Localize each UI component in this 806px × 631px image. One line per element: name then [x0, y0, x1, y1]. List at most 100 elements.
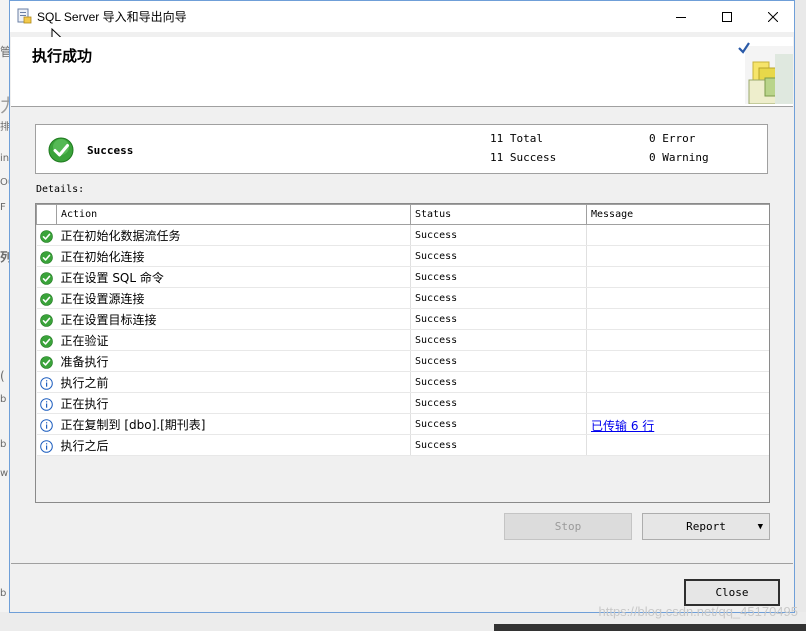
success-icon: [40, 313, 53, 327]
row-status: Success: [410, 413, 587, 435]
details-label: Details:: [36, 184, 85, 195]
background-text: b: [0, 588, 7, 599]
summary-success: 11 Success: [490, 151, 557, 164]
background-text: 列: [0, 250, 9, 264]
column-header-message[interactable]: Message: [586, 204, 769, 225]
row-message: 已传输 6 行: [586, 413, 769, 435]
close-icon: [768, 11, 778, 22]
row-action: 正在验证: [56, 329, 411, 351]
row-status-icon-cell: [36, 287, 57, 309]
minimize-button[interactable]: [658, 1, 704, 32]
background-text: in: [0, 153, 9, 164]
background-text: 力: [0, 92, 9, 118]
page-title: 执行成功: [32, 47, 93, 65]
row-action: 正在初始化连接: [56, 245, 411, 267]
footer-divider: [11, 563, 793, 564]
table-row[interactable]: 正在验证 Success: [36, 329, 769, 351]
summary-panel: Success 11 Total 11 Success 0 Error 0 Wa…: [35, 124, 768, 174]
row-message: [586, 224, 769, 246]
wizard-app-icon: [17, 8, 32, 24]
dropdown-arrow-icon: ▼: [757, 522, 763, 532]
table-row[interactable]: 正在设置源连接 Success: [36, 287, 769, 309]
report-button[interactable]: Report ▼: [642, 513, 770, 540]
row-status: Success: [410, 329, 587, 351]
row-action: 正在复制到 [dbo].[期刊表]: [56, 413, 411, 435]
row-status-icon-cell: [36, 371, 57, 393]
success-icon: [40, 334, 53, 348]
wizard-header: 执行成功: [11, 37, 793, 107]
title-bar[interactable]: SQL Server 导入和导出向导: [10, 1, 794, 32]
table-row[interactable]: 执行之后 Success: [36, 434, 769, 456]
table-row[interactable]: 正在设置 SQL 命令 Success: [36, 266, 769, 288]
summary-warning: 0 Warning: [649, 151, 709, 164]
wizard-window: SQL Server 导入和导出向导 执行成功 Success 11 Total…: [9, 0, 795, 613]
details-grid[interactable]: Action Status Message 正在初始化数据流任务 Success 正…: [35, 203, 770, 503]
row-status: Success: [410, 371, 587, 393]
row-status-icon-cell: [36, 413, 57, 435]
background-text: (: [0, 369, 5, 383]
row-message: [586, 350, 769, 372]
row-status-icon-cell: [36, 266, 57, 288]
summary-status: Success: [87, 144, 134, 157]
background-text: b: [0, 439, 7, 450]
row-action: 准备执行: [56, 350, 411, 372]
background-app-right-strip: [795, 0, 806, 631]
row-message: [586, 392, 769, 414]
background-dark-bar: [494, 624, 806, 631]
row-message: [586, 371, 769, 393]
table-row[interactable]: 正在设置目标连接 Success: [36, 308, 769, 330]
summary-error: 0 Error: [649, 132, 696, 145]
maximize-button[interactable]: [704, 1, 750, 32]
table-row[interactable]: 正在初始化数据流任务 Success: [36, 224, 769, 246]
background-text: Ou: [0, 177, 9, 188]
background-app-left-strip: 管 力 排 in Ou F 列 ( b b w b: [0, 0, 9, 631]
row-message: [586, 434, 769, 456]
row-status-icon-cell: [36, 329, 57, 351]
row-action: 执行之前: [56, 371, 411, 393]
close-window-button[interactable]: [750, 1, 796, 32]
row-action: 正在设置目标连接: [56, 308, 411, 330]
table-row[interactable]: 正在复制到 [dbo].[期刊表] Success 已传输 6 行: [36, 413, 769, 435]
row-status: Success: [410, 434, 587, 456]
grid-header-icon-column: [36, 204, 57, 225]
row-status-icon-cell: [36, 224, 57, 246]
success-icon: [40, 355, 53, 369]
row-status-icon-cell: [36, 434, 57, 456]
close-button[interactable]: Close: [684, 579, 780, 606]
grid-header-row: Action Status Message: [36, 204, 769, 225]
row-status-icon-cell: [36, 392, 57, 414]
row-status: Success: [410, 224, 587, 246]
row-message: [586, 287, 769, 309]
row-status: Success: [410, 392, 587, 414]
row-message: [586, 245, 769, 267]
window-title: SQL Server 导入和导出向导: [37, 10, 187, 24]
report-button-label: Report: [686, 520, 726, 533]
column-header-action[interactable]: Action: [56, 204, 411, 225]
background-text: 排: [0, 122, 9, 133]
info-icon: [40, 376, 53, 390]
info-icon: [40, 439, 53, 453]
row-status: Success: [410, 350, 587, 372]
table-row[interactable]: 正在执行 Success: [36, 392, 769, 414]
row-status-icon-cell: [36, 245, 57, 267]
stop-button[interactable]: Stop: [504, 513, 632, 540]
row-status: Success: [410, 308, 587, 330]
column-header-status[interactable]: Status: [410, 204, 587, 225]
summary-total: 11 Total: [490, 132, 543, 145]
info-icon: [40, 397, 53, 411]
table-row[interactable]: 正在初始化连接 Success: [36, 245, 769, 267]
row-message: [586, 329, 769, 351]
background-text: 管: [0, 45, 9, 59]
row-message-link[interactable]: 已传输 6 行: [591, 419, 654, 433]
success-icon: [40, 271, 53, 285]
row-action: 正在执行: [56, 392, 411, 414]
row-action: 正在初始化数据流任务: [56, 224, 411, 246]
info-icon: [40, 418, 53, 432]
minimize-icon: [676, 16, 686, 18]
table-row[interactable]: 准备执行 Success: [36, 350, 769, 372]
success-icon: [40, 292, 53, 306]
table-row[interactable]: 执行之前 Success: [36, 371, 769, 393]
success-icon: [40, 250, 53, 264]
row-status: Success: [410, 287, 587, 309]
row-status: Success: [410, 245, 587, 267]
